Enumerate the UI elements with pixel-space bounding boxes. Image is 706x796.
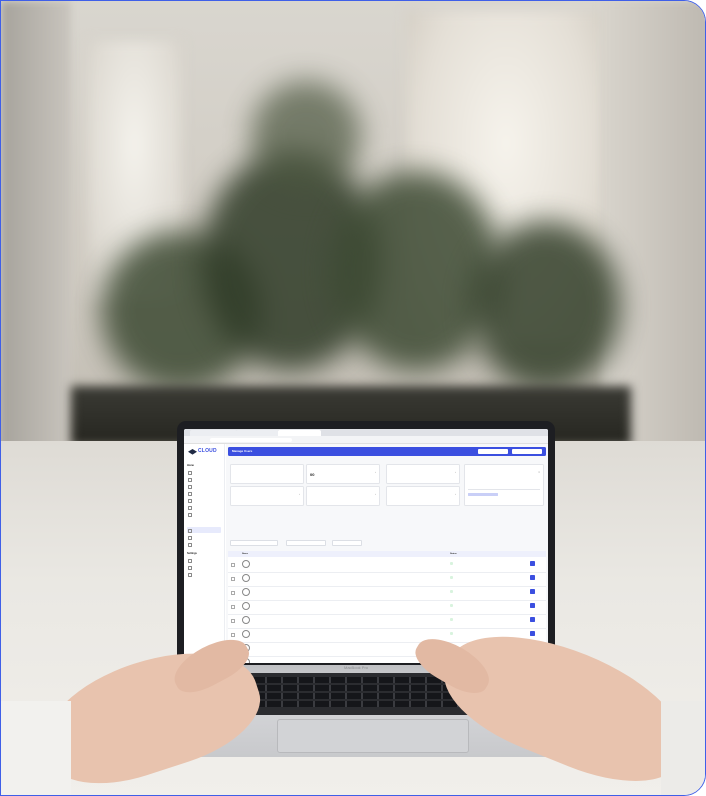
row-checkbox[interactable] xyxy=(231,633,235,637)
plant-foliage xyxy=(331,171,501,371)
app-logo[interactable]: CLOUD xyxy=(188,447,220,459)
sidebar-item[interactable] xyxy=(187,534,221,540)
status-badge xyxy=(450,575,453,579)
plant-foliage xyxy=(471,221,621,391)
table-row[interactable] xyxy=(228,600,546,615)
avatar-icon xyxy=(242,588,250,596)
plant-foliage xyxy=(251,81,361,191)
status-badge xyxy=(450,561,453,565)
sidebar-item[interactable] xyxy=(187,541,221,547)
table-row[interactable] xyxy=(228,572,546,587)
row-action-button[interactable] xyxy=(530,574,535,580)
row-checkbox[interactable] xyxy=(231,619,235,623)
sidebar-item[interactable] xyxy=(187,469,221,475)
sidebar-section-heading: Settings xyxy=(187,552,197,555)
table-header: Name Status xyxy=(228,551,546,557)
browser-address-bar xyxy=(184,436,548,444)
row-action-button[interactable] xyxy=(530,588,535,594)
chevron-right-icon: › xyxy=(455,470,456,474)
filter-dropdown[interactable] xyxy=(332,540,362,546)
stat-card[interactable]: › xyxy=(386,464,460,484)
page-header: Manage Users xyxy=(228,447,546,456)
stat-card-value: 00 xyxy=(310,472,315,477)
table-row[interactable] xyxy=(228,614,546,629)
sidebar-item[interactable] xyxy=(187,490,221,496)
sidebar-section-heading: Home xyxy=(187,464,194,467)
sidebar-item[interactable] xyxy=(187,511,221,517)
header-action-button[interactable] xyxy=(512,449,542,454)
table-row[interactable] xyxy=(228,558,546,573)
stat-card[interactable]: × xyxy=(464,464,544,506)
sidebar-item[interactable] xyxy=(187,483,221,489)
chevron-right-icon: › xyxy=(299,492,300,496)
search-input[interactable] xyxy=(230,540,278,546)
row-checkbox[interactable] xyxy=(231,605,235,609)
stat-card[interactable]: › xyxy=(306,486,380,506)
row-checkbox[interactable] xyxy=(231,577,235,581)
avatar-icon xyxy=(242,574,250,582)
chevron-right-icon: › xyxy=(375,492,376,496)
sidebar-item[interactable] xyxy=(187,571,221,577)
browser-tab-bar xyxy=(184,429,548,436)
sidebar-item[interactable] xyxy=(187,497,221,503)
row-action-button[interactable] xyxy=(530,616,535,622)
laptop-trackpad xyxy=(277,719,469,753)
laptop-model-text: MacBook Pro xyxy=(344,665,369,670)
right-sleeve xyxy=(661,701,705,795)
sidebar: CLOUD Home Settings xyxy=(184,444,225,663)
avatar-icon xyxy=(242,616,250,624)
avatar-icon xyxy=(242,560,250,568)
sidebar-item[interactable] xyxy=(187,557,221,563)
status-badge xyxy=(450,617,453,621)
card-divider xyxy=(468,489,540,490)
sidebar-item[interactable] xyxy=(187,504,221,510)
url-field[interactable] xyxy=(210,437,292,442)
sidebar-item-active[interactable] xyxy=(187,527,221,533)
stat-card[interactable] xyxy=(230,464,304,484)
photo-frame: CLOUD Home Settings Manage Users 00 › › … xyxy=(0,0,706,796)
filter-dropdown[interactable] xyxy=(286,540,326,546)
left-sleeve xyxy=(1,701,71,795)
row-action-button[interactable] xyxy=(530,560,535,566)
header-action-button[interactable] xyxy=(478,449,508,454)
avatar-icon xyxy=(242,602,250,610)
logo-text: CLOUD xyxy=(198,448,217,454)
chevron-right-icon: › xyxy=(375,470,376,474)
close-icon[interactable]: × xyxy=(538,470,540,474)
status-badge xyxy=(450,589,453,593)
column-header[interactable]: Name xyxy=(242,551,248,557)
row-checkbox[interactable] xyxy=(231,563,235,567)
row-action-button[interactable] xyxy=(530,630,535,636)
table-row[interactable] xyxy=(228,586,546,601)
status-badge xyxy=(450,603,453,607)
laptop-screen: CLOUD Home Settings Manage Users 00 › › … xyxy=(184,429,548,663)
column-header[interactable]: Status xyxy=(450,551,457,557)
row-checkbox[interactable] xyxy=(231,591,235,595)
background-pillar-left xyxy=(1,1,71,471)
graduation-cap-icon xyxy=(188,449,197,455)
status-badge xyxy=(450,631,453,635)
main-content: Manage Users 00 › › › › › × Name Status xyxy=(226,444,548,663)
page-title: Manage Users xyxy=(232,449,253,453)
stat-card[interactable]: › xyxy=(230,486,304,506)
stat-card[interactable]: › xyxy=(386,486,460,506)
stat-card[interactable]: 00 › xyxy=(306,464,380,484)
avatar-icon xyxy=(242,630,250,638)
sidebar-item[interactable] xyxy=(187,476,221,482)
row-action-button[interactable] xyxy=(530,602,535,608)
card-link[interactable] xyxy=(468,493,498,496)
sidebar-item[interactable] xyxy=(187,564,221,570)
chevron-right-icon: › xyxy=(455,492,456,496)
